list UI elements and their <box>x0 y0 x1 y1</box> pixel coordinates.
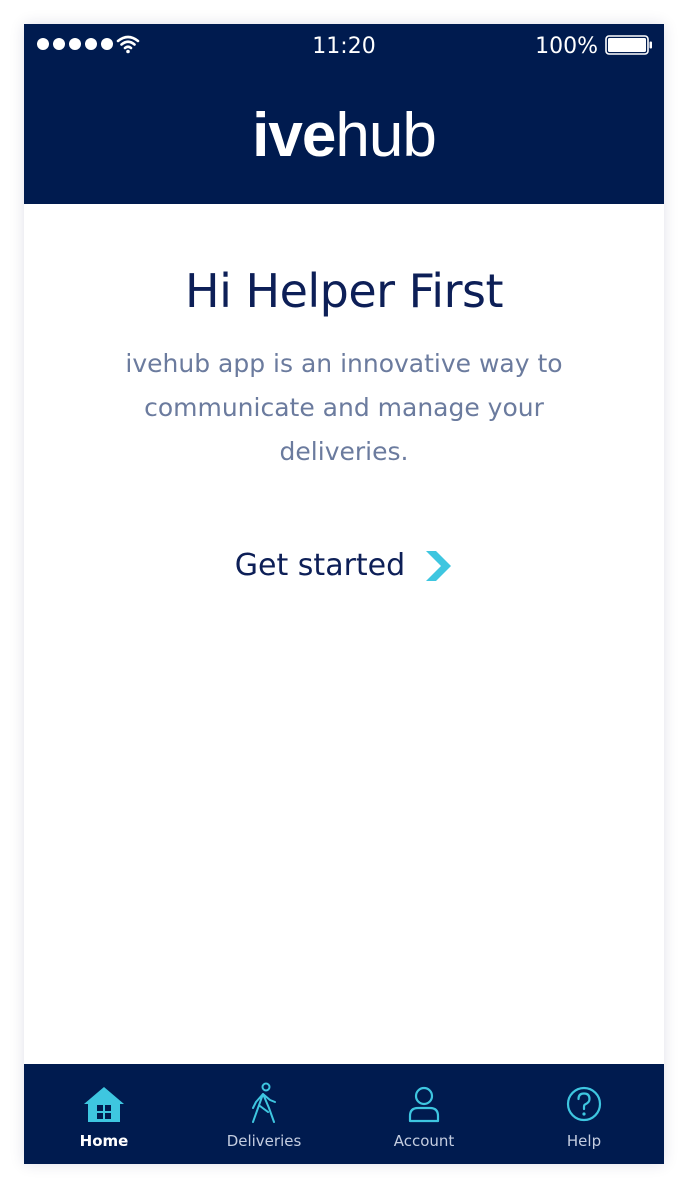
app-header: 11:20 100% ivehub <box>24 24 664 204</box>
question-circle-icon <box>562 1084 606 1124</box>
home-content: Hi Helper First ivehub app is an innovat… <box>24 204 664 1064</box>
battery-icon <box>605 35 652 55</box>
tab-deliveries[interactable]: Deliveries <box>184 1064 344 1164</box>
tab-home[interactable]: Home <box>24 1064 184 1164</box>
tab-deliveries-label: Deliveries <box>226 1132 302 1150</box>
tab-help[interactable]: Help <box>504 1064 664 1164</box>
tab-account-label: Account <box>393 1132 455 1150</box>
logo-light-part: hub <box>335 101 436 170</box>
tab-account[interactable]: Account <box>344 1064 504 1164</box>
tab-help-label: Help <box>566 1132 602 1150</box>
home-icon <box>82 1084 126 1124</box>
battery-percent: 100% <box>535 34 598 59</box>
intro-text: ivehub app is an innovative way to commu… <box>125 349 563 466</box>
get-started-label: Get started <box>234 548 406 583</box>
walking-person-icon <box>242 1082 286 1124</box>
greeting-title: Hi Helper First <box>184 264 504 318</box>
chevron-right-icon <box>426 550 452 581</box>
ivehub-logo: ivehub <box>24 96 664 176</box>
get-started-button[interactable]: Get started <box>24 548 664 583</box>
tab-home-label: Home <box>79 1132 129 1150</box>
app-screen: 11:20 100% ivehub Hi Helper First ivehub… <box>24 24 664 1164</box>
status-bar: 11:20 100% <box>24 24 664 68</box>
logo-bold-part: ive <box>252 101 336 170</box>
bottom-tab-bar: Home Deliveries Account Help <box>24 1064 664 1164</box>
user-icon <box>402 1084 446 1124</box>
